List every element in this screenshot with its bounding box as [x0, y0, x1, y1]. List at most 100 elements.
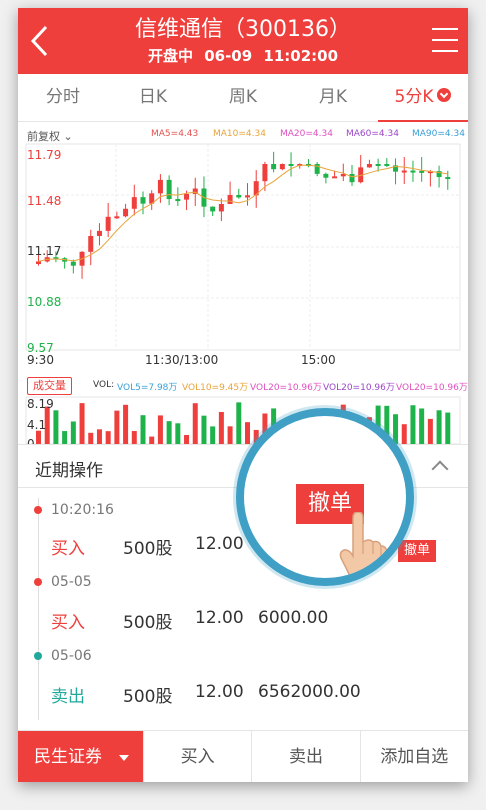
timeline-dot [34, 652, 42, 660]
candle-body [140, 197, 146, 204]
candle-body [375, 164, 381, 166]
volume-bar [218, 411, 224, 444]
ma5-label: MA5=4.43 [151, 129, 199, 139]
vol-label: VOL: [93, 380, 115, 390]
header-bar: 信维通信（300136） 开盘中 06-09 11:02:00 [18, 8, 468, 74]
ma20-label: MA20=4.34 [280, 129, 333, 139]
tab-monthly-k[interactable]: 月K [288, 74, 378, 121]
candle-body [105, 216, 111, 231]
phone-screen: 信维通信（300136） 开盘中 06-09 11:02:00 分时 日K 周K… [18, 8, 468, 782]
volume-bar [410, 405, 416, 444]
adjust-label: 前复权 [27, 130, 60, 143]
caret-down-icon[interactable] [119, 755, 129, 761]
add-watchlist-button[interactable]: 添加自选 [359, 731, 468, 782]
time-label-close: 15:00 [301, 353, 336, 367]
volume-bar [401, 424, 407, 444]
buy-button[interactable]: 买入 [143, 731, 251, 782]
timeline-line [38, 498, 39, 720]
volume-bar [131, 431, 137, 444]
vol20-label: VOL20=10.96万 [396, 383, 468, 393]
price-label-high: 11.79 [27, 148, 62, 162]
candle-body [366, 164, 372, 168]
tab-label: 日K [138, 87, 168, 107]
volume-bar [192, 403, 198, 444]
kline-svg [25, 143, 461, 444]
time-label-noon: 11:30/13:00 [145, 353, 219, 367]
volume-bar [105, 431, 111, 444]
candle-body [227, 194, 233, 204]
volume-bar [36, 430, 41, 444]
volume-bar [201, 415, 207, 444]
candle-body [166, 179, 172, 200]
volume-bar [79, 403, 85, 444]
volume-bar [140, 415, 146, 444]
volume-badge[interactable]: 成交量 [27, 377, 72, 395]
volume-bar [184, 434, 190, 444]
menu-icon[interactable] [432, 28, 458, 52]
op-time: 05-06 [51, 648, 92, 664]
volume-bar [123, 404, 129, 444]
vol20-label: VOL20=10.96万 [323, 383, 395, 393]
sell-button[interactable]: 卖出 [251, 731, 359, 782]
tab-label: 月K [318, 87, 348, 107]
adjust-selector[interactable]: 前复权 ⌄ [27, 128, 73, 144]
chevron-down-icon[interactable] [437, 88, 452, 102]
broker-selector[interactable]: 民生证券 [18, 731, 143, 782]
tab-weekly-k[interactable]: 周K [198, 74, 288, 121]
op-price: 12.00 [195, 608, 244, 628]
candle-body [288, 164, 294, 166]
op-price: 12.00 [195, 682, 244, 702]
candle-body [157, 179, 163, 194]
kline-chart[interactable]: 前复权 ⌄ MA5=4.43 MA10=4.34 MA20=4.34 MA60=… [18, 124, 468, 451]
tap-hand-icon [339, 511, 389, 578]
op-type: 卖出 [51, 687, 85, 707]
candle-body [262, 164, 268, 182]
ma60-label: MA60=4.34 [346, 129, 399, 139]
period-tabs: 分时 日K 周K 月K 5分K [18, 74, 468, 122]
op-type: 买入 [51, 539, 85, 559]
candle-body [445, 177, 451, 180]
volume-bar [436, 410, 442, 444]
vol5-label: VOL5=7.98万 [117, 383, 178, 393]
candle-body [323, 173, 329, 178]
vol-axis-label: 8.19 [27, 397, 54, 411]
candle-body [123, 208, 129, 217]
op-qty: 500股 [123, 539, 173, 559]
candle-body [131, 197, 137, 209]
volume-bar [114, 410, 120, 444]
volume-bar [236, 402, 242, 444]
candle-body [401, 170, 407, 173]
candle-body [245, 195, 250, 198]
candle-body [236, 194, 242, 198]
tab-daily-k[interactable]: 日K [108, 74, 198, 121]
timeline-dot [34, 578, 42, 586]
op-amount: 6562000.00 [258, 682, 361, 702]
volume-bar [227, 426, 233, 444]
tab-label: 周K [228, 87, 258, 107]
tab-5min-k[interactable]: 5分K [378, 74, 468, 122]
op-time: 05-05 [51, 574, 92, 590]
volume-bar [88, 432, 94, 444]
op-time: 10:20:16 [51, 502, 114, 518]
candle-body [88, 235, 94, 252]
volume-bar [166, 421, 172, 444]
op-qty: 500股 [123, 613, 173, 633]
vol20-label: VOL20=10.96万 [250, 383, 322, 393]
volume-bar [62, 431, 68, 444]
candle-body [410, 170, 416, 173]
volume-bar [96, 429, 102, 444]
cancel-order-button[interactable]: 撤单 [398, 540, 437, 562]
price-label: 11.48 [27, 194, 62, 208]
tab-label: 分时 [46, 87, 80, 107]
market-status: 开盘中 06-09 11:02:00 [18, 46, 468, 66]
recent-ops-title: 近期操作 [35, 461, 103, 481]
time-label-open: 9:30 [27, 353, 54, 367]
candle-body [36, 261, 41, 264]
volume-bar [157, 415, 163, 444]
chevron-up-icon[interactable] [431, 460, 449, 478]
price-label: 10.88 [27, 295, 62, 309]
broker-name: 民生证券 [34, 747, 102, 767]
candle-body [279, 164, 285, 170]
tab-intraday[interactable]: 分时 [18, 74, 108, 121]
candle-body [218, 203, 224, 212]
